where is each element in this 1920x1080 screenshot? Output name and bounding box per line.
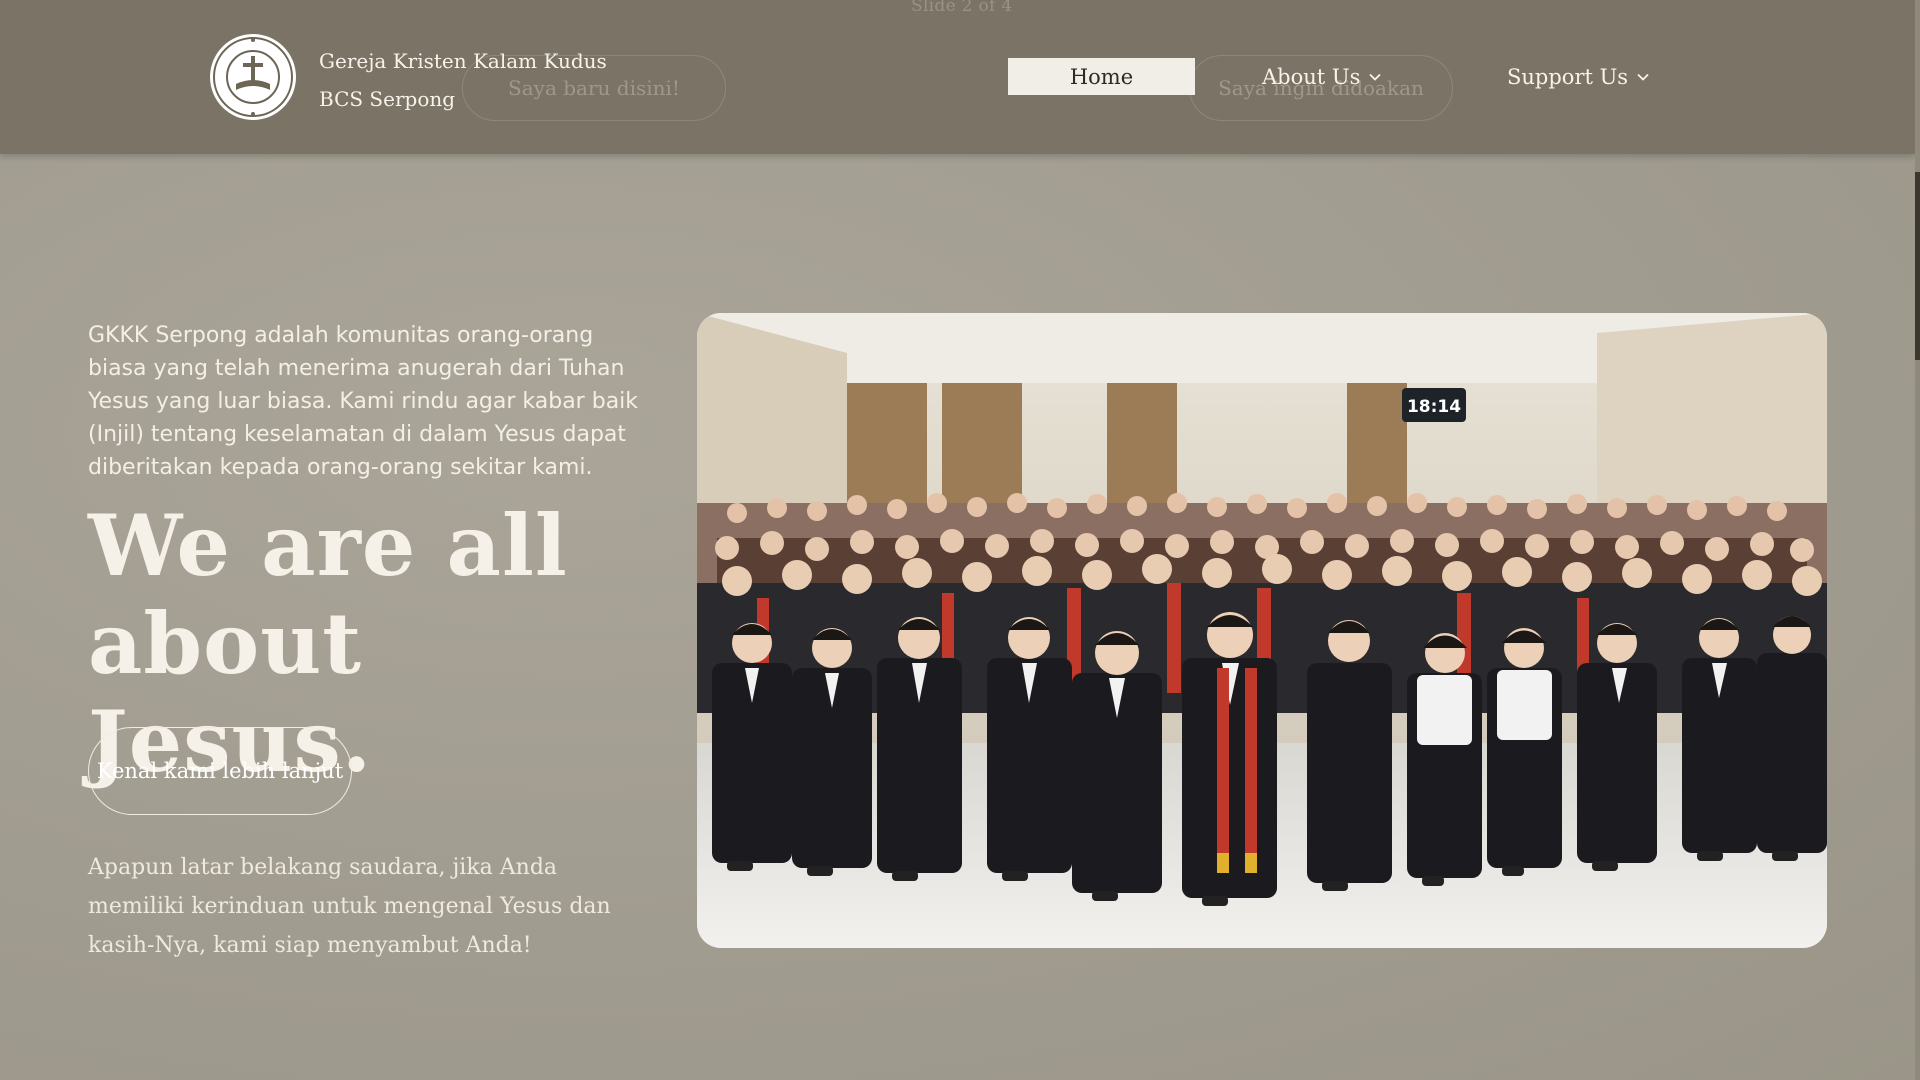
congregation-photo-illustration: 18:14	[697, 313, 1827, 948]
nav-about-us-label: About Us	[1262, 64, 1361, 89]
intro-paragraph: GKKK Serpong adalah komunitas orang-oran…	[88, 323, 639, 480]
scrollbar-track[interactable]	[1915, 0, 1920, 1080]
nav-support-us[interactable]: Support Us	[1507, 58, 1650, 95]
nav-home[interactable]: Home	[1008, 58, 1195, 95]
nav-about-us[interactable]: About Us	[1262, 58, 1382, 95]
welcome-paragraph: Apapun latar belakang saudara, jika Anda…	[88, 855, 611, 958]
chevron-down-icon	[1369, 73, 1382, 81]
new-here-button[interactable]: Saya baru disini!	[462, 55, 726, 121]
slide-counter: Slide 2 of 4	[911, 0, 1013, 16]
hero-headline-line-1: We are all	[88, 496, 568, 595]
site-header: Slide 2 of 4 Gereja Kristen Kalam Kudus …	[0, 0, 1915, 154]
chevron-down-icon	[1637, 73, 1649, 81]
church-logo-icon[interactable]	[208, 32, 298, 122]
scrollbar-thumb[interactable]	[1915, 172, 1920, 360]
nav-support-us-label: Support Us	[1507, 64, 1629, 89]
congregation-photo: 18:14	[697, 313, 1827, 948]
photo-clock: 18:14	[1407, 397, 1461, 417]
learn-more-button[interactable]: Kenal kami lebih lanjut	[88, 727, 352, 815]
